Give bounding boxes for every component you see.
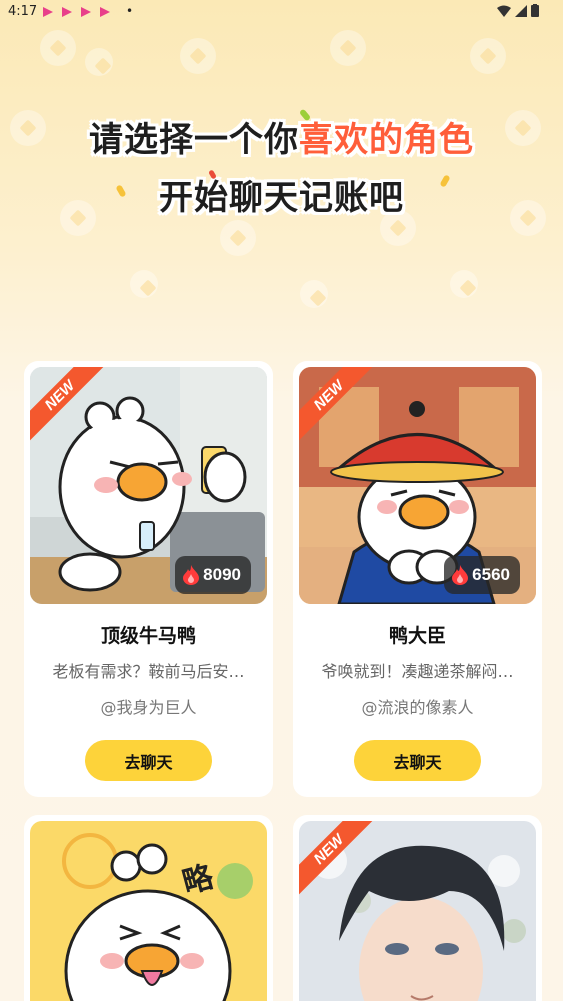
character-author: @我身为巨人: [100, 698, 197, 717]
character-card[interactable]: 略: [24, 815, 273, 1001]
clock: 4:17: [8, 4, 38, 19]
notification-icons: [42, 6, 111, 18]
video-app-icon: [62, 7, 72, 17]
character-description: 爷唤就到！凑趣递茶解闷…: [321, 662, 514, 681]
headline-line-1: 请选择一个你喜欢的角色: [89, 120, 474, 160]
heat-count: 8090: [203, 565, 241, 584]
character-image: 略: [30, 821, 267, 1001]
fire-icon: [452, 565, 469, 585]
status-bar: 4:17 •: [0, 0, 563, 24]
fire-icon: [183, 565, 200, 585]
headline-highlight: 喜欢的角色: [299, 120, 474, 160]
character-card[interactable]: NEW 8090 顶级牛马鸭 老板有需求？鞍前马后安… @我身为巨人 去聊天: [24, 361, 273, 797]
system-icons: [497, 4, 539, 17]
battery-icon: [531, 4, 539, 17]
more-notifications-dot: •: [126, 4, 134, 18]
character-image: NEW 8090: [30, 367, 267, 604]
heat-badge: 8090: [175, 556, 251, 594]
video-app-icon: [43, 7, 53, 17]
chat-button[interactable]: 去聊天: [354, 740, 481, 781]
wifi-icon: [497, 5, 511, 17]
character-image: NEW: [299, 821, 536, 1001]
headline: 请选择一个你喜欢的角色 开始聊天记账吧: [0, 112, 563, 226]
new-badge: NEW: [299, 821, 389, 911]
signal-icon: [515, 4, 527, 17]
character-name: 鸭大臣: [388, 625, 446, 647]
character-name: 顶级牛马鸭: [100, 625, 196, 647]
new-badge: NEW: [299, 367, 389, 457]
video-app-icon: [100, 7, 110, 17]
chat-button[interactable]: 去聊天: [85, 740, 212, 781]
heat-count: 6560: [472, 565, 510, 584]
heat-badge: 6560: [444, 556, 520, 594]
character-card[interactable]: NEW: [293, 815, 542, 1001]
headline-line-2: 开始聊天记账吧: [159, 178, 404, 218]
character-author: @流浪的像素人: [361, 698, 474, 717]
character-image: NEW 6560: [299, 367, 536, 604]
character-card[interactable]: NEW 6560 鸭大臣 爷唤就到！凑趣递茶解闷… @流浪的像素人 去聊天: [293, 361, 542, 797]
new-badge: NEW: [30, 367, 120, 457]
video-app-icon: [81, 7, 91, 17]
character-description: 老板有需求？鞍前马后安…: [52, 662, 245, 681]
